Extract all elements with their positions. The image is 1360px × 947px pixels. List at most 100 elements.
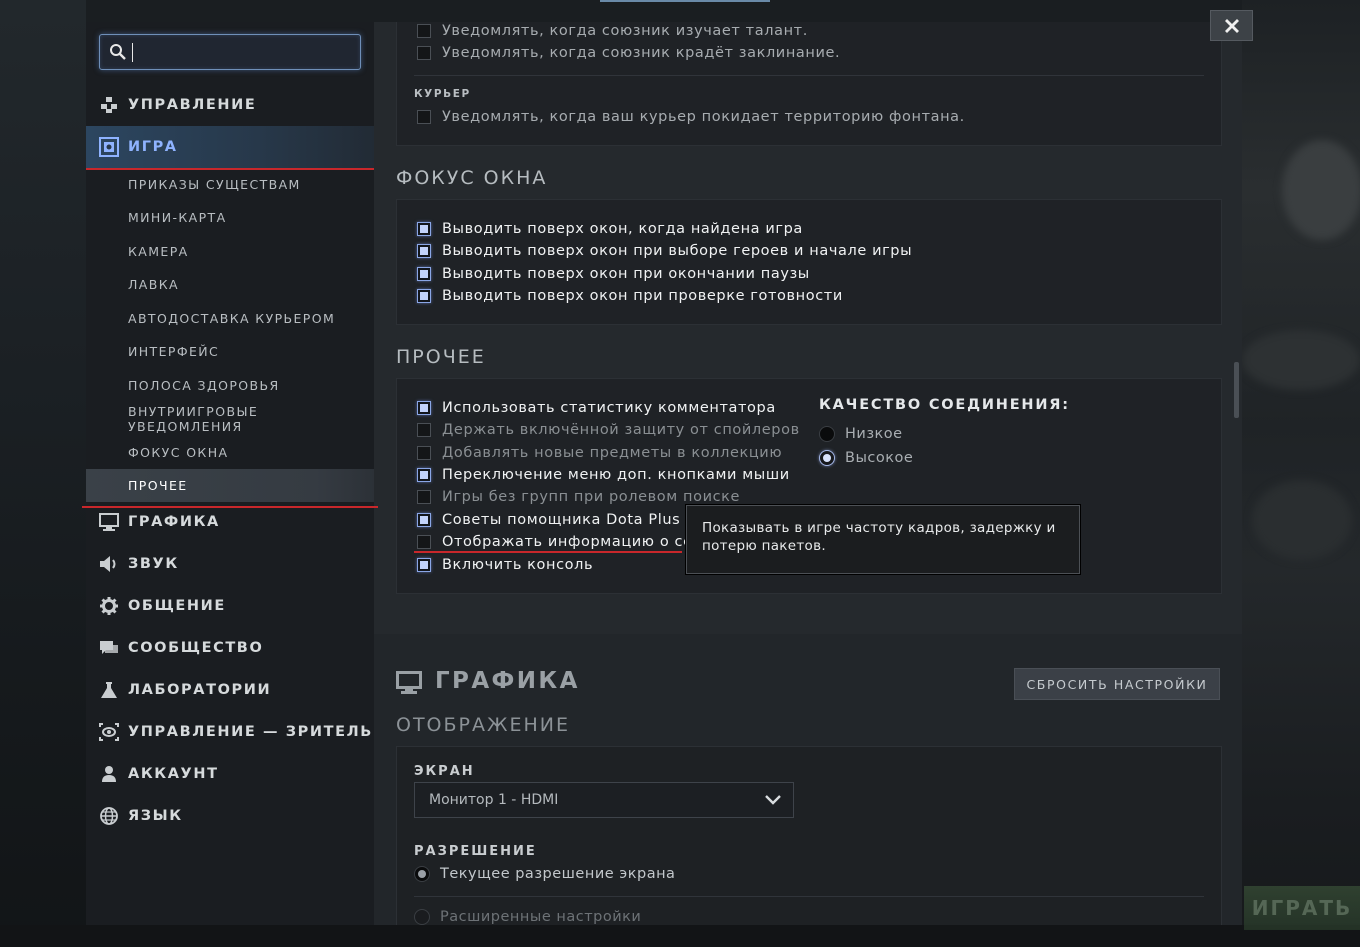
sidebar-item-spectator-controls[interactable]: УПРАВЛЕНИЕ — ЗРИТЕЛЬ <box>86 711 374 753</box>
close-button[interactable] <box>1210 10 1253 41</box>
checkbox[interactable] <box>417 468 431 482</box>
checkbox-label: Отображать информацию о сети <box>442 534 712 550</box>
checkbox[interactable] <box>417 222 431 236</box>
sidebar-subitem-label: ВНУТРИИГРОВЫЕ УВЕДОМЛЕНИЯ <box>128 403 259 434</box>
checkbox[interactable] <box>417 446 431 460</box>
sidebar-subitem-unit-orders[interactable]: ПРИКАЗЫ СУЩЕСТВАМ <box>86 168 374 201</box>
sidebar-item-label: ГРАФИКА <box>128 514 220 530</box>
checkbox[interactable] <box>417 110 431 124</box>
game-icon <box>98 136 120 158</box>
checkbox-row[interactable]: Использовать статистику комментатора <box>417 398 776 418</box>
sidebar-item-labs[interactable]: ЛАБОРАТОРИИ <box>86 669 374 711</box>
checkbox[interactable] <box>417 535 431 549</box>
controls-icon <box>98 94 120 116</box>
section-title-display: ОТОБРАЖЕНИЕ <box>396 714 570 736</box>
window-focus-card <box>396 199 1222 325</box>
checkbox[interactable] <box>417 267 431 281</box>
sidebar-item-account[interactable]: АККАУНТ <box>86 753 374 795</box>
sidebar: УПРАВЛЕНИЕ ИГРА ПРИКАЗЫ СУЩЕСТВАМ МИНИ-К… <box>82 22 378 925</box>
sidebar-subitem-camera[interactable]: КАМЕРА <box>86 235 374 268</box>
monitor-icon <box>98 511 120 533</box>
play-button[interactable]: ИГРАТЬ <box>1244 886 1360 930</box>
scrollbar[interactable] <box>1234 362 1239 418</box>
checkbox-label: Переключение меню доп. кнопками мыши <box>442 467 790 483</box>
checkbox-label: Уведомлять, когда союзник крадёт заклина… <box>442 45 841 61</box>
background-top <box>86 0 1242 22</box>
radio-option-low[interactable]: Низкое <box>819 426 903 442</box>
sidebar-subitem-label: ПРОЧЕЕ <box>128 478 188 493</box>
checkbox[interactable] <box>417 490 431 504</box>
radio-label: Текущее разрешение экрана <box>440 866 676 882</box>
radio-button[interactable] <box>414 866 430 882</box>
sidebar-subitem-notifications[interactable]: ВНУТРИИГРОВЫЕ УВЕДОМЛЕНИЯ <box>86 402 374 435</box>
checkbox-row[interactable]: Уведомлять, когда ваш курьер покидает те… <box>417 107 965 127</box>
checkbox-row[interactable]: Выводить поверх окон при выборе героев и… <box>417 241 912 261</box>
radio-option-advanced[interactable]: Расширенные настройки <box>414 909 641 925</box>
reset-settings-button[interactable]: СБРОСИТЬ НАСТРОЙКИ <box>1014 668 1220 700</box>
checkbox-row[interactable]: Выводить поверх окон при проверке готовн… <box>417 286 843 306</box>
sidebar-item-game[interactable]: ИГРА <box>86 126 374 168</box>
graphics-section: ГРАФИКА СБРОСИТЬ НАСТРОЙКИ ОТОБРАЖЕНИЕ Э… <box>374 634 1242 925</box>
radio-button[interactable] <box>819 426 835 442</box>
flask-icon <box>98 679 120 701</box>
checkbox[interactable] <box>417 558 431 572</box>
sidebar-item-label: УПРАВЛЕНИЕ <box>128 97 257 113</box>
checkbox-row[interactable]: Игры без групп при ролевом поиске <box>417 487 740 507</box>
chat-icon <box>98 637 120 659</box>
tooltip: Показывать в игре частоту кадров, задерж… <box>686 505 1080 574</box>
radio-label: Расширенные настройки <box>440 909 642 925</box>
sidebar-subitem-interface[interactable]: ИНТЕРФЕЙС <box>86 335 374 368</box>
sidebar-subitem-other[interactable]: ПРОЧЕЕ <box>86 469 374 502</box>
checkbox[interactable] <box>417 24 431 38</box>
checkbox[interactable] <box>417 423 431 437</box>
screen-label: ЭКРАН <box>414 764 475 779</box>
sidebar-item-label: СООБЩЕСТВО <box>128 640 264 656</box>
checkbox-label: Уведомлять, когда ваш курьер покидает те… <box>442 109 965 125</box>
checkbox-row-network-info[interactable]: Отображать информацию о сети <box>417 532 712 552</box>
sidebar-subitem-label: ЛАВКА <box>128 277 179 292</box>
checkbox[interactable] <box>417 289 431 303</box>
sidebar-item-sound[interactable]: ЗВУК <box>86 543 374 585</box>
radio-button[interactable] <box>819 450 835 466</box>
tooltip-text: Показывать в игре частоту кадров, задерж… <box>702 520 1056 554</box>
checkbox[interactable] <box>417 401 431 415</box>
sidebar-item-label: АККАУНТ <box>128 766 219 782</box>
checkbox-row[interactable]: Советы помощника Dota Plus вмес <box>417 510 724 530</box>
checkbox-row[interactable]: Выводить поверх окон, когда найдена игра <box>417 219 803 239</box>
settings-window: УПРАВЛЕНИЕ ИГРА ПРИКАЗЫ СУЩЕСТВАМ МИНИ-К… <box>82 22 1242 925</box>
sidebar-item-language[interactable]: ЯЗЫК <box>86 795 374 837</box>
radio-option-high[interactable]: Высокое <box>819 450 913 466</box>
chevron-down-icon <box>765 795 781 805</box>
section-title-other: ПРОЧЕЕ <box>396 346 486 368</box>
checkbox-row[interactable]: Уведомлять, когда союзник изучает талант… <box>417 22 808 41</box>
sidebar-item-controls[interactable]: УПРАВЛЕНИЕ <box>86 84 374 126</box>
checkbox-row[interactable]: Держать включённой защиту от спойлеров <box>417 420 800 440</box>
sidebar-subitem-shop[interactable]: ЛАВКА <box>86 268 374 301</box>
checkbox-label: Держать включённой защиту от спойлеров <box>442 422 800 438</box>
checkbox-label: Уведомлять, когда союзник изучает талант… <box>442 23 808 39</box>
search-input[interactable] <box>99 34 361 70</box>
checkbox[interactable] <box>417 46 431 60</box>
sidebar-item-social[interactable]: ОБЩЕНИЕ <box>86 585 374 627</box>
sidebar-subitem-healthbar[interactable]: ПОЛОСА ЗДОРОВЬЯ <box>86 369 374 402</box>
checkbox-row[interactable]: Включить консоль <box>417 555 593 575</box>
sidebar-item-community[interactable]: СООБЩЕСТВО <box>86 627 374 669</box>
sidebar-item-graphics[interactable]: ГРАФИКА <box>86 501 374 543</box>
courier-heading: КУРЬЕР <box>414 88 471 100</box>
section-title-window-focus: ФОКУС ОКНА <box>396 167 548 189</box>
checkbox-row[interactable]: Уведомлять, когда союзник крадёт заклина… <box>417 43 840 63</box>
speaker-icon <box>98 553 120 575</box>
sidebar-item-label: УПРАВЛЕНИЕ — ЗРИТЕЛЬ <box>128 724 373 740</box>
checkbox-row[interactable]: Выводить поверх окон при окончании паузы <box>417 264 810 284</box>
radio-button[interactable] <box>414 909 430 925</box>
checkbox-row[interactable]: Переключение меню доп. кнопками мыши <box>417 465 790 485</box>
checkbox-label: Игры без групп при ролевом поиске <box>442 489 741 505</box>
checkbox-row[interactable]: Добавлять новые предметы в коллекцию <box>417 443 782 463</box>
checkbox[interactable] <box>417 244 431 258</box>
checkbox[interactable] <box>417 513 431 527</box>
sidebar-subitem-minimap[interactable]: МИНИ-КАРТА <box>86 201 374 234</box>
sidebar-subitem-courier[interactable]: АВТОДОСТАВКА КУРЬЕРОМ <box>86 302 374 335</box>
screen-select[interactable]: Монитор 1 - HDMI <box>414 782 794 818</box>
sidebar-subitem-window-focus[interactable]: ФОКУС ОКНА <box>86 436 374 469</box>
radio-option-current-resolution[interactable]: Текущее разрешение экрана <box>414 866 675 882</box>
